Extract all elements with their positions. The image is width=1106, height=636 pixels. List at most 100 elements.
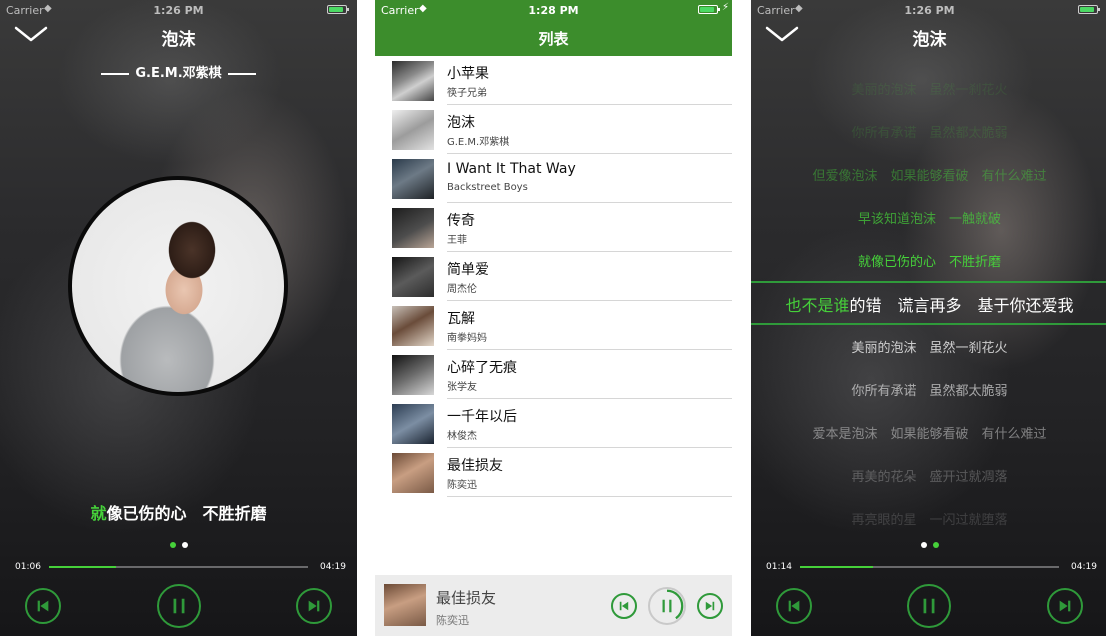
player-screen-cover: Carrier ◆ 1:26 PM 泡沫 G.E.M.邓紫棋 就像已伤的心 不胜…	[0, 0, 357, 636]
artist-name: 林俊杰	[447, 431, 477, 442]
pause-button[interactable]	[648, 587, 686, 625]
previous-button[interactable]	[611, 593, 637, 619]
singer-name: G.E.M.邓紫棋	[135, 66, 222, 81]
singer-line: G.E.M.邓紫棋	[0, 62, 357, 81]
song-list: 小苹果筷子兄弟泡沫 G.E.M.邓紫棋 I Want It That Way Back…	[375, 56, 732, 497]
song-list-screen: Carrier ◆ 1:28 PM ⚡ 列表 小苹果筷子兄弟泡沫 G.E.M.邓紫…	[375, 0, 732, 636]
previous-button[interactable]	[776, 588, 812, 624]
nav-title: 列表	[538, 30, 569, 48]
row-separator	[447, 496, 732, 497]
artist-name: G.E.M.邓紫棋	[447, 137, 510, 148]
status-time: 1:28 PM	[528, 4, 579, 17]
album-thumbnail	[392, 306, 434, 346]
progress-fill	[49, 566, 117, 568]
pause-icon	[650, 589, 684, 623]
progress-slider[interactable]	[49, 566, 308, 568]
pause-icon	[173, 598, 185, 614]
lyric-line: 你所有承诺 虽然都太脆弱	[851, 126, 1008, 141]
album-art	[72, 180, 284, 392]
previous-button[interactable]	[25, 588, 61, 624]
album-disc	[68, 176, 288, 396]
progress-slider[interactable]	[800, 566, 1059, 568]
lyric-highlight: 就	[90, 504, 107, 523]
skip-previous-icon	[37, 600, 49, 612]
time-current: 01:06	[15, 562, 41, 572]
battery-icon	[1078, 5, 1100, 14]
status-bar: Carrier ◆ 1:28 PM ⚡	[375, 0, 732, 20]
lyric-rest: 像已伤的心 不胜折磨	[106, 504, 267, 523]
status-time: 1:26 PM	[904, 4, 955, 17]
skip-next-icon	[1059, 600, 1071, 612]
mini-song-name: 最佳损友	[436, 589, 497, 607]
artist-name: 周杰伦	[447, 284, 477, 295]
artist-name: 王菲	[447, 235, 467, 246]
song-row[interactable]: 泡沫 G.E.M.邓紫棋	[375, 105, 732, 154]
song-row[interactable]: 小苹果 筷子兄弟	[375, 56, 732, 105]
page-dot[interactable]	[932, 542, 939, 548]
album-thumbnail	[392, 208, 434, 248]
divider	[227, 72, 256, 75]
artist-name: 陈奕迅	[447, 480, 477, 491]
skip-previous-icon	[788, 600, 800, 612]
album-thumbnail	[392, 404, 434, 444]
album-thumbnail	[392, 61, 434, 101]
page-dot[interactable]	[181, 542, 188, 548]
battery-icon	[327, 5, 349, 14]
skip-next-icon	[308, 600, 320, 612]
artist-name: Backstreet Boys	[447, 182, 528, 193]
song-row[interactable]: 简单爱 周杰伦	[375, 252, 732, 301]
song-row[interactable]: 最佳损友 陈奕迅	[375, 448, 732, 497]
page-dot[interactable]	[169, 542, 176, 548]
time-total: 04:19	[1071, 562, 1097, 572]
artist-name: 筷子兄弟	[447, 88, 487, 99]
time-total: 04:19	[320, 562, 346, 572]
lyric-line: 你所有承诺 虽然都太脆弱	[851, 384, 1008, 399]
page-indicator[interactable]	[751, 533, 1106, 552]
next-button[interactable]	[296, 588, 332, 624]
album-thumbnail	[392, 355, 434, 395]
mini-player[interactable]: 最佳损友 陈奕迅	[375, 575, 732, 636]
song-name: 心碎了无痕	[447, 360, 517, 376]
page-dot[interactable]	[920, 542, 927, 548]
next-button[interactable]	[1047, 588, 1083, 624]
song-name: 最佳损友	[447, 458, 503, 474]
lyric-rest: 的错 谎言再多 基于你还爱我	[849, 296, 1074, 315]
page-indicator[interactable]	[0, 533, 357, 552]
artist-name: 南拳妈妈	[447, 333, 487, 344]
status-bar: Carrier ◆ 1:26 PM	[0, 0, 357, 20]
lyric-line: 但爱像泡沫 如果能够看破 有什么难过	[812, 169, 1047, 184]
next-button[interactable]	[697, 593, 723, 619]
lyric-line: 美丽的泡沫 虽然一刹花火	[851, 83, 1008, 98]
album-thumbnail	[392, 453, 434, 493]
current-lyric: 就像已伤的心 不胜折磨	[0, 500, 357, 524]
song-row[interactable]: 传奇 王菲	[375, 203, 732, 252]
lyric-line: 就像已伤的心 不胜折磨	[857, 255, 1001, 270]
player-screen-lyrics: Carrier ◆ 1:26 PM 泡沫 美丽的泡沫 虽然一刹花火 你所有承诺 虽…	[751, 0, 1106, 636]
album-thumbnail	[392, 159, 434, 199]
lyric-line: 美丽的泡沫 虽然一刹花火	[851, 341, 1008, 356]
lyric-line: 再美的花朵 盛开过就凋落	[851, 470, 1008, 485]
song-row[interactable]: 心碎了无痕 张学友	[375, 350, 732, 399]
song-row[interactable]: 一千年以后 林俊杰	[375, 399, 732, 448]
song-row[interactable]: I Want It That Way Backstreet Boys	[375, 154, 732, 203]
song-name: I Want It That Way	[447, 161, 576, 177]
skip-next-icon	[705, 601, 715, 611]
mini-cover	[384, 584, 426, 626]
song-name: 简单爱	[447, 262, 489, 278]
song-title: 泡沫	[161, 30, 196, 50]
lyric-highlight: 也不是谁	[785, 296, 850, 315]
divider	[101, 72, 130, 75]
song-name: 小苹果	[447, 66, 489, 82]
mini-artist: 陈奕迅	[436, 614, 469, 627]
song-name: 一千年以后	[447, 409, 517, 425]
lyric-line: 早该知道泡沫 一触就破	[857, 212, 1001, 227]
skip-previous-icon	[619, 601, 629, 611]
pause-button[interactable]	[907, 584, 951, 628]
pause-button[interactable]	[157, 584, 201, 628]
song-row[interactable]: 瓦解 南拳妈妈	[375, 301, 732, 350]
lyric-line: 爱本是泡沫 如果能够看破 有什么难过	[812, 427, 1047, 442]
song-name: 瓦解	[447, 311, 475, 327]
song-name: 泡沫	[447, 115, 475, 131]
progress-fill	[800, 566, 873, 568]
lyric-line-current: 也不是谁的错 谎言再多 基于你还爱我	[751, 292, 1106, 316]
